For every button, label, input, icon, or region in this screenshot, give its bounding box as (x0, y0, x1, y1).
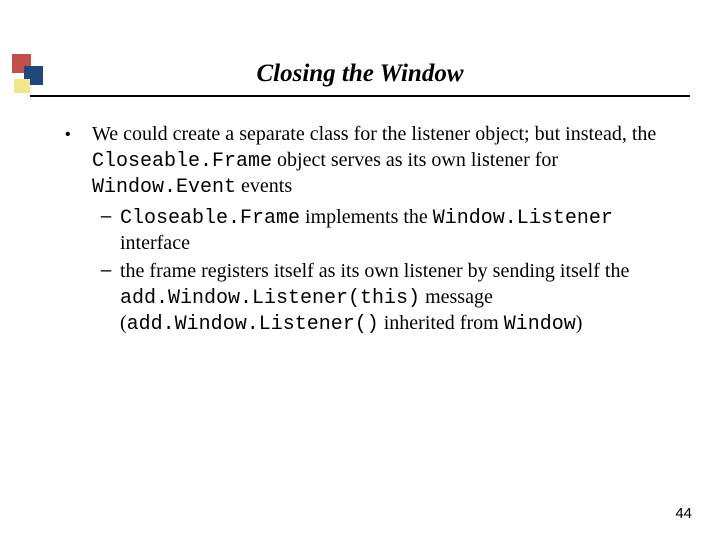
sub2-part1: the frame registers itself as its own li… (120, 260, 629, 282)
sub1-part2: interface (120, 232, 190, 254)
sub-marker: – (92, 259, 120, 283)
sub2-code1: add.Window.Listener(this) (120, 287, 420, 310)
sub1-text: Closeable.Frame implements the Window.Li… (120, 205, 680, 257)
sub1-code2: Window.Listener (433, 207, 613, 230)
sub2-code2: add.Window.Listener() (127, 313, 379, 336)
sub-item-2: – the frame registers itself as its own … (92, 259, 680, 338)
title-underline (30, 95, 690, 97)
bullet-code1: Closeable.Frame (92, 150, 272, 173)
sub1-part1: implements the (300, 206, 433, 228)
bullet-item: • We could create a separate class for t… (65, 122, 680, 338)
bullet-marker: • (65, 122, 92, 145)
bullet-text: We could create a separate class for the… (92, 122, 680, 338)
sub2-code3: Window (504, 313, 576, 336)
bullet-text-part1: We could create a separate class for the… (92, 123, 656, 145)
bullet-code2: Window.Event (92, 176, 236, 199)
page-number: 44 (675, 505, 692, 522)
bullet-text-part3: events (236, 175, 292, 197)
sub-list: – Closeable.Frame implements the Window.… (92, 205, 680, 338)
slide-body: • We could create a separate class for t… (65, 122, 680, 338)
sub1-code1: Closeable.Frame (120, 207, 300, 230)
bullet-text-part2: object serves as its own listener for (272, 149, 558, 171)
sub2-part4: ) (576, 312, 583, 334)
sub2-text: the frame registers itself as its own li… (120, 259, 680, 338)
sub-item-1: – Closeable.Frame implements the Window.… (92, 205, 680, 257)
sub2-part3: inherited from (379, 312, 504, 334)
sub-marker: – (92, 205, 120, 229)
slide-title: Closing the Window (0, 60, 720, 88)
